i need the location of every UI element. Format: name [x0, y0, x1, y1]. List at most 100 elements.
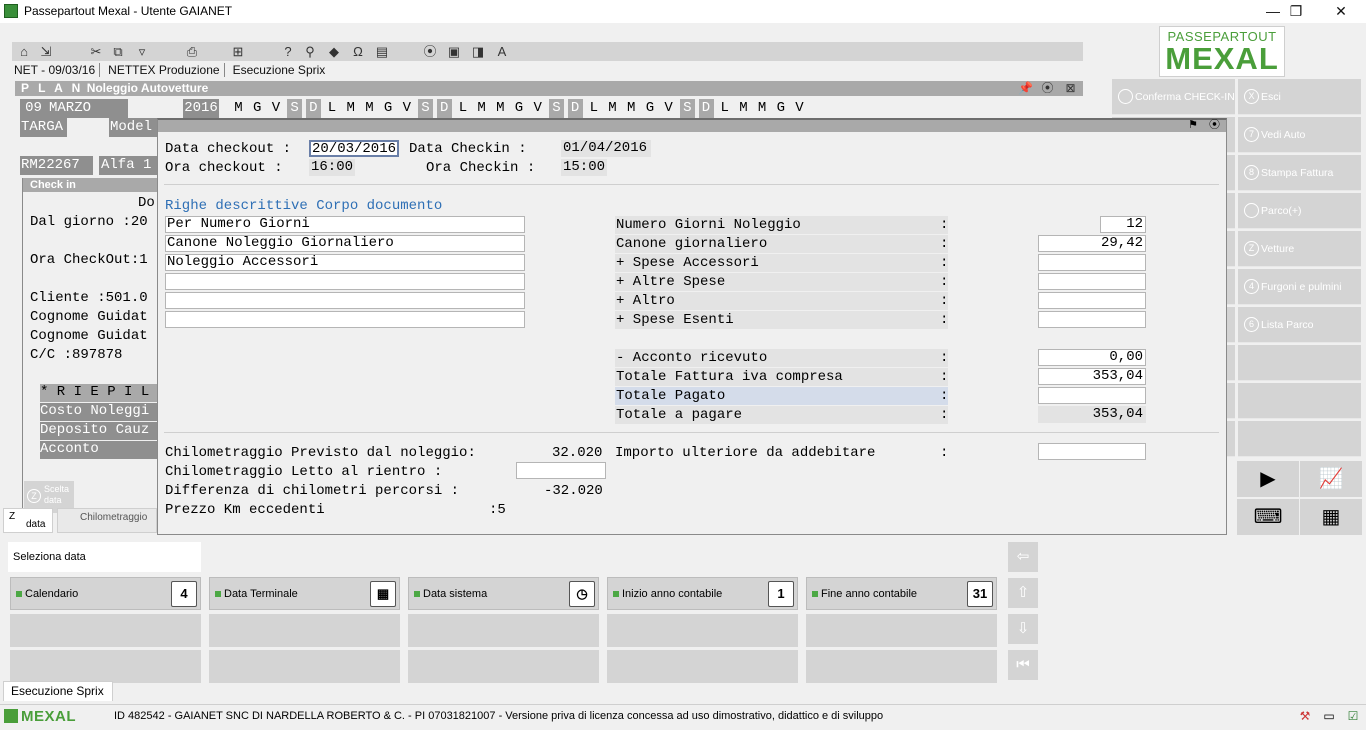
weekday-cell[interactable]: D: [305, 99, 321, 118]
weekday-cell[interactable]: L: [586, 99, 601, 118]
date-button-2[interactable]: Data sistema ◷: [408, 577, 599, 610]
weekday-cell[interactable]: S: [679, 99, 695, 118]
riga-descrittiva-field[interactable]: Canone Noleggio Giornaliero: [165, 235, 525, 252]
km-letto-field[interactable]: [516, 462, 606, 479]
export-icon[interactable]: ⇲: [38, 44, 54, 59]
eraser-icon[interactable]: ◆: [326, 44, 342, 59]
weekday-cell[interactable]: L: [325, 99, 340, 118]
weekday-cell[interactable]: G: [512, 99, 527, 118]
ora-checkin-field[interactable]: 15:00: [561, 159, 607, 176]
grid-tools-icon[interactable]: ⊞: [230, 44, 246, 59]
close-button[interactable]: ✕: [1318, 0, 1364, 23]
weekday-cell[interactable]: M: [755, 99, 770, 118]
total-value-field[interactable]: 12: [1100, 216, 1146, 233]
monitor-icon[interactable]: ▭: [1321, 709, 1337, 724]
close-plan-icon[interactable]: ⊠: [1063, 81, 1078, 95]
weekday-cell[interactable]: V: [268, 99, 283, 118]
total-value-field[interactable]: [1038, 273, 1146, 290]
tab-data[interactable]: Z data: [3, 508, 53, 533]
tab-esecuzione-sprix[interactable]: Esecuzione Sprix: [3, 681, 113, 701]
search-icon[interactable]: ⚲: [302, 44, 318, 59]
weekday-cell[interactable]: M: [605, 99, 620, 118]
weekday-cell[interactable]: M: [231, 99, 246, 118]
weekday-cell[interactable]: V: [399, 99, 414, 118]
weekday-cell[interactable]: D: [567, 99, 583, 118]
record-icon[interactable]: ⦿: [1209, 119, 1220, 131]
weekday-cell[interactable]: L: [455, 99, 470, 118]
copy-icon[interactable]: ⧉: [110, 44, 126, 59]
weekday-cell[interactable]: G: [642, 99, 657, 118]
weekday-cell[interactable]: S: [418, 99, 433, 118]
action-button-1[interactable]: X Esci: [1238, 79, 1361, 115]
action-button-4[interactable]: Parco(+): [1238, 193, 1361, 229]
weekday-cell[interactable]: V: [530, 99, 545, 118]
weekday-cell[interactable]: G: [381, 99, 396, 118]
weekday-cell[interactable]: D: [698, 99, 714, 118]
vehicle-row[interactable]: RM22267 Alfa 1: [20, 156, 158, 176]
pin-icon[interactable]: 📌: [1018, 81, 1033, 95]
flag-icon[interactable]: ⚑: [1188, 119, 1198, 131]
weekday-cell[interactable]: L: [717, 99, 732, 118]
riga-descrittiva-field[interactable]: Noleggio Accessori: [165, 254, 525, 271]
total-value-field[interactable]: [1038, 254, 1146, 271]
total-value-field[interactable]: [1038, 387, 1146, 404]
calculator-icon[interactable]: ▤: [374, 44, 390, 59]
paste-icon[interactable]: ▿: [134, 44, 150, 59]
total-value-field[interactable]: 353,04: [1038, 368, 1146, 385]
weekday-cell[interactable]: M: [624, 99, 639, 118]
back-icon[interactable]: ⇦: [1008, 542, 1038, 572]
weekday-cell[interactable]: M: [736, 99, 751, 118]
page-down-icon[interactable]: ⇩: [1008, 614, 1038, 644]
network-icon[interactable]: ⚒: [1297, 709, 1313, 724]
riga-descrittiva-field[interactable]: [165, 311, 525, 328]
home-icon[interactable]: ⌂: [16, 44, 32, 59]
weekday-cell[interactable]: G: [773, 99, 788, 118]
weekday-cell[interactable]: M: [474, 99, 489, 118]
riga-descrittiva-field[interactable]: [165, 292, 525, 309]
total-value-field[interactable]: 29,42: [1038, 235, 1146, 252]
weekday-cell[interactable]: M: [362, 99, 377, 118]
tab-chilometraggio[interactable]: Chilometraggio: [57, 508, 157, 533]
maximize-button[interactable]: ❐: [1273, 0, 1319, 23]
importo-field[interactable]: [1038, 443, 1146, 460]
weekday-cell[interactable]: V: [792, 99, 807, 118]
monitor-icon[interactable]: ▣: [446, 44, 462, 59]
check-icon[interactable]: ☑: [1345, 709, 1361, 724]
cut-icon[interactable]: ✂: [88, 44, 104, 59]
chart-icon[interactable]: 📈: [1300, 461, 1362, 497]
video-icon[interactable]: ▶: [1237, 461, 1299, 497]
weekday-cell[interactable]: M: [343, 99, 358, 118]
weekday-cell[interactable]: S: [548, 99, 564, 118]
weekday-cell[interactable]: D: [436, 99, 452, 118]
action-button-0[interactable]: Conferma CHECK-IN: [1112, 79, 1235, 115]
data-checkin-field[interactable]: 01/04/2016: [561, 140, 651, 157]
action-button-3[interactable]: 8 Stampa Fattura: [1238, 155, 1361, 191]
font-icon[interactable]: A: [494, 44, 510, 59]
help-icon[interactable]: ?: [280, 44, 296, 59]
weekday-cell[interactable]: M: [493, 99, 508, 118]
data-checkout-field[interactable]: 20/03/2016: [309, 140, 399, 157]
total-value-field[interactable]: [1038, 292, 1146, 309]
riga-descrittiva-field[interactable]: [165, 273, 525, 290]
action-button-2[interactable]: 7 Vedi Auto: [1238, 117, 1361, 153]
total-value-field[interactable]: 0,00: [1038, 349, 1146, 366]
action-button-6[interactable]: 4 Furgoni e pulmini: [1238, 269, 1361, 305]
keyboard-icon[interactable]: ⌨: [1237, 499, 1299, 535]
date-button-3[interactable]: Inizio anno contabile 1: [607, 577, 798, 610]
first-icon[interactable]: ⏮: [1008, 650, 1038, 680]
action-button-5[interactable]: Z Vetture: [1238, 231, 1361, 267]
date-button-4[interactable]: Fine anno contabile 31: [806, 577, 997, 610]
panel-icon[interactable]: ◨: [470, 44, 486, 59]
weekday-cell[interactable]: G: [250, 99, 265, 118]
weekday-cell[interactable]: S: [287, 99, 303, 118]
print-icon[interactable]: ⎙: [184, 44, 200, 59]
record-icon[interactable]: ⦿: [422, 44, 438, 59]
ora-checkout-field[interactable]: 16:00: [309, 159, 355, 176]
page-up-icon[interactable]: ⇧: [1008, 578, 1038, 608]
omega-icon[interactable]: Ω: [350, 44, 366, 59]
date-button-0[interactable]: Calendario 4: [10, 577, 201, 610]
record-icon[interactable]: ⦿: [1040, 81, 1055, 95]
total-value-field[interactable]: [1038, 311, 1146, 328]
riga-descrittiva-field[interactable]: Per Numero Giorni: [165, 216, 525, 233]
grid-icon[interactable]: ▦: [1300, 499, 1362, 535]
